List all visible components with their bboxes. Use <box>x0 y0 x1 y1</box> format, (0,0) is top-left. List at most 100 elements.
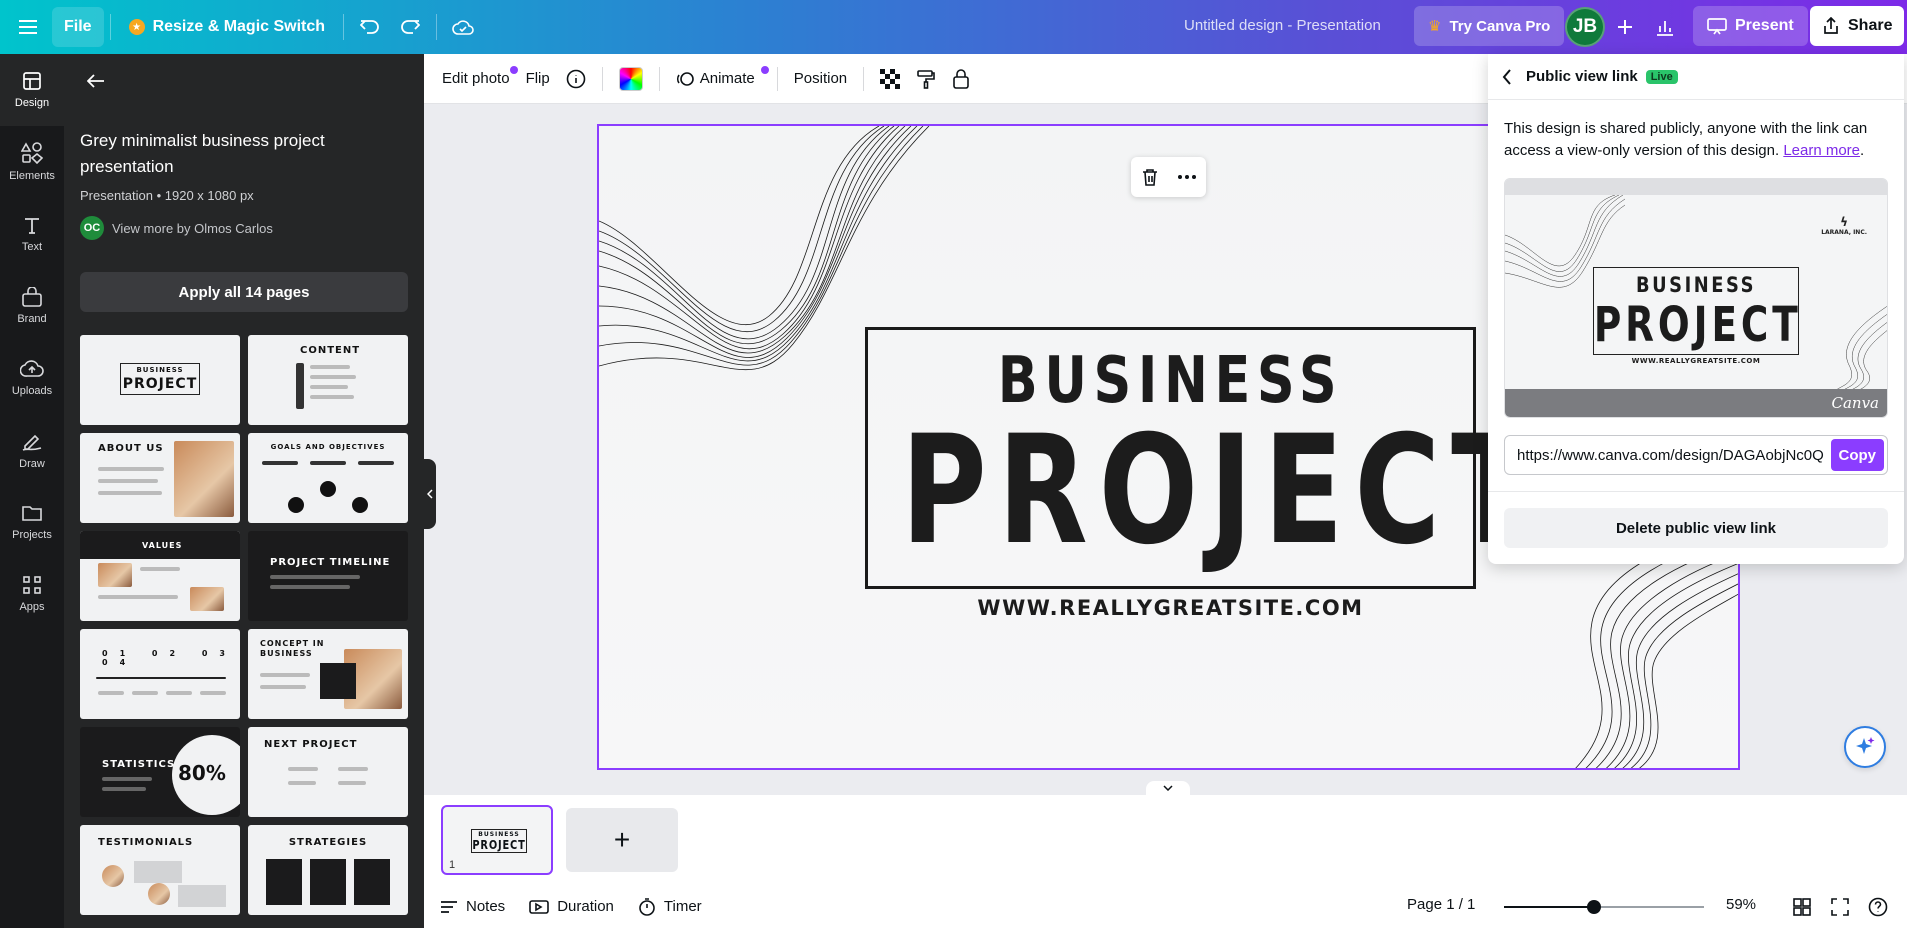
template-page-thumb[interactable]: CONCEPT IN BUSINESS <box>248 629 408 719</box>
page-thumb-project: PROJECT <box>472 838 526 852</box>
thumb-title: NEXT PROJECT <box>264 739 358 750</box>
rail-item-elements[interactable]: Elements <box>0 126 64 198</box>
help-icon <box>1868 897 1888 917</box>
fullscreen-button[interactable] <box>1826 893 1854 921</box>
template-page-thumb[interactable]: PROJECT TIMELINE <box>248 531 408 621</box>
present-button[interactable]: Present <box>1693 6 1808 46</box>
divider <box>1488 491 1904 492</box>
add-page-button[interactable]: + <box>566 808 678 872</box>
template-page-thumb[interactable]: GOALS AND OBJECTIVES <box>248 433 408 523</box>
thumb-shape <box>98 479 158 483</box>
thumb-title: STRATEGIES <box>288 837 368 848</box>
public-link-input[interactable] <box>1508 446 1831 464</box>
thumb-subtitle: 80% <box>178 761 226 785</box>
color-button[interactable] <box>611 61 651 97</box>
user-avatar[interactable]: JB <box>1565 7 1605 47</box>
author-link[interactable]: OC View more by Olmos Carlos <box>80 216 273 240</box>
invite-button[interactable] <box>1605 7 1645 47</box>
zoom-slider-handle[interactable] <box>1587 900 1601 914</box>
position-button[interactable]: Position <box>786 61 855 97</box>
template-page-thumb[interactable]: ABOUT US <box>80 433 240 523</box>
try-canva-pro-button[interactable]: ♛ Try Canva Pro <box>1414 6 1565 46</box>
transparency-button[interactable] <box>872 61 908 97</box>
collapse-panel-tab[interactable] <box>424 459 436 529</box>
grid-view-button[interactable] <box>1788 893 1816 921</box>
share-icon <box>1824 17 1838 34</box>
thumb-shape <box>310 375 356 379</box>
rail-item-projects[interactable]: Projects <box>0 486 64 558</box>
rail-item-apps[interactable]: Apps <box>0 558 64 630</box>
folder-icon <box>22 506 42 521</box>
present-label: Present <box>1735 17 1794 34</box>
zoom-slider[interactable] <box>1504 900 1704 914</box>
template-page-thumb[interactable]: TESTIMONIALS <box>80 825 240 915</box>
timer-icon <box>639 897 655 916</box>
template-page-thumb[interactable]: 01 02 03 04 <box>80 629 240 719</box>
template-page-thumb[interactable]: VALUES <box>80 531 240 621</box>
resize-magic-switch-button[interactable]: ★ Resize & Magic Switch <box>117 7 338 47</box>
author-link-label: View more by Olmos Carlos <box>112 220 273 236</box>
rail-item-uploads[interactable]: Uploads <box>0 342 64 414</box>
slide-website-url[interactable]: WWW.REALLYGREATSITE.COM <box>825 596 1516 620</box>
undo-button[interactable] <box>350 7 390 47</box>
thumb-shape <box>98 691 124 695</box>
thumb-shape <box>98 491 162 495</box>
share-button[interactable]: Share <box>1810 6 1905 46</box>
pages-strip: BUSINESS PROJECT 1 + <box>424 795 1907 885</box>
sparkle-icon <box>1856 737 1875 754</box>
preview-url: WWW.REALLYGREATSITE.COM <box>1631 357 1761 365</box>
rail-item-brand[interactable]: Brand <box>0 270 64 342</box>
magic-assistant-button[interactable] <box>1844 726 1886 768</box>
rail-item-design[interactable]: Design <box>0 54 64 126</box>
rail-item-draw[interactable]: Draw <box>0 414 64 486</box>
template-page-thumb[interactable]: STATISTICS 80% <box>80 727 240 817</box>
help-button[interactable] <box>1864 893 1892 921</box>
duration-button[interactable]: Duration <box>517 891 626 923</box>
template-page-thumb[interactable]: STRATEGIES <box>248 825 408 915</box>
public-view-link-popover: Public view link Live This design is sha… <box>1488 54 1904 564</box>
back-button[interactable] <box>78 66 114 96</box>
thumb-shape <box>266 859 302 905</box>
page-indicator[interactable]: Page 1 / 1 <box>1407 896 1475 913</box>
slide-heading-project[interactable]: PROJECT <box>901 416 1531 566</box>
apply-all-pages-button[interactable]: Apply all 14 pages <box>80 272 408 312</box>
delete-element-button[interactable] <box>1141 168 1159 186</box>
template-page-thumb[interactable]: NEXT PROJECT <box>248 727 408 817</box>
grid-view-icon <box>1793 898 1811 916</box>
file-menu-button[interactable]: File <box>52 7 104 47</box>
thumb-title: PROJECT TIMELINE <box>270 557 391 568</box>
collapse-pages-button[interactable] <box>1146 781 1190 795</box>
insights-button[interactable] <box>1645 7 1685 47</box>
chevron-left-icon <box>427 489 433 499</box>
zoom-level[interactable]: 59% <box>1726 896 1756 913</box>
thumb-shape <box>310 859 346 905</box>
notes-label: Notes <box>466 898 506 915</box>
thumb-shape <box>288 497 304 513</box>
template-page-thumb[interactable]: BUSINESS PROJECT <box>80 335 240 425</box>
learn-more-link[interactable]: Learn more <box>1783 142 1860 159</box>
page-thumbnail[interactable]: BUSINESS PROJECT 1 <box>441 805 553 875</box>
cloud-save-status-button[interactable] <box>443 7 483 47</box>
info-button[interactable] <box>558 61 594 97</box>
notes-button[interactable]: Notes <box>428 891 517 923</box>
animate-button[interactable]: Animate <box>668 61 769 97</box>
wave-lines-decoration <box>1828 306 1887 395</box>
popover-back-button[interactable] <box>1502 68 1512 85</box>
delete-public-link-button[interactable]: Delete public view link <box>1504 508 1888 548</box>
divider <box>776 66 778 91</box>
redo-button[interactable] <box>390 7 430 47</box>
lock-button[interactable] <box>944 61 978 97</box>
flip-button[interactable]: Flip <box>518 61 558 97</box>
copy-link-button[interactable]: Copy <box>1830 439 1884 471</box>
design-title[interactable]: Untitled design - Presentation <box>1184 17 1381 34</box>
rail-item-text[interactable]: Text <box>0 198 64 270</box>
copy-style-button[interactable] <box>908 61 944 97</box>
more-options-button[interactable] <box>1178 175 1197 179</box>
template-page-thumb[interactable]: CONTENT <box>248 335 408 425</box>
timer-button[interactable]: Timer <box>626 891 714 923</box>
divider <box>601 66 603 91</box>
main-menu-button[interactable] <box>8 7 48 47</box>
cloud-upload-icon <box>20 360 44 377</box>
edit-photo-button[interactable]: Edit photo <box>434 61 518 97</box>
brand-icon <box>22 287 42 307</box>
